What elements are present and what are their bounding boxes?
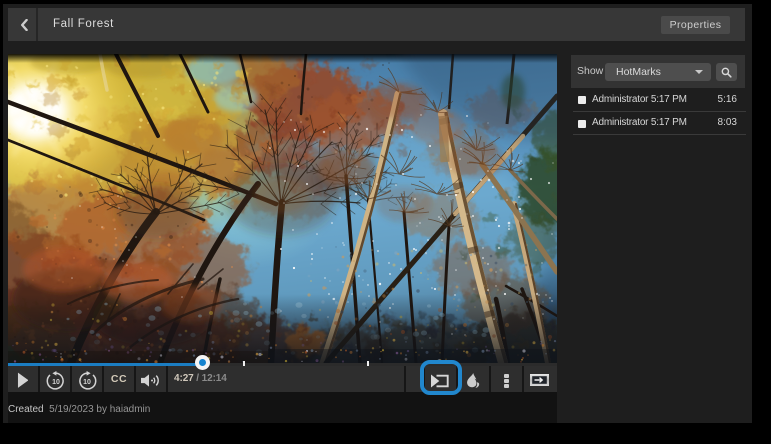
svg-text:10: 10: [52, 379, 60, 386]
svg-text:10: 10: [83, 379, 91, 386]
